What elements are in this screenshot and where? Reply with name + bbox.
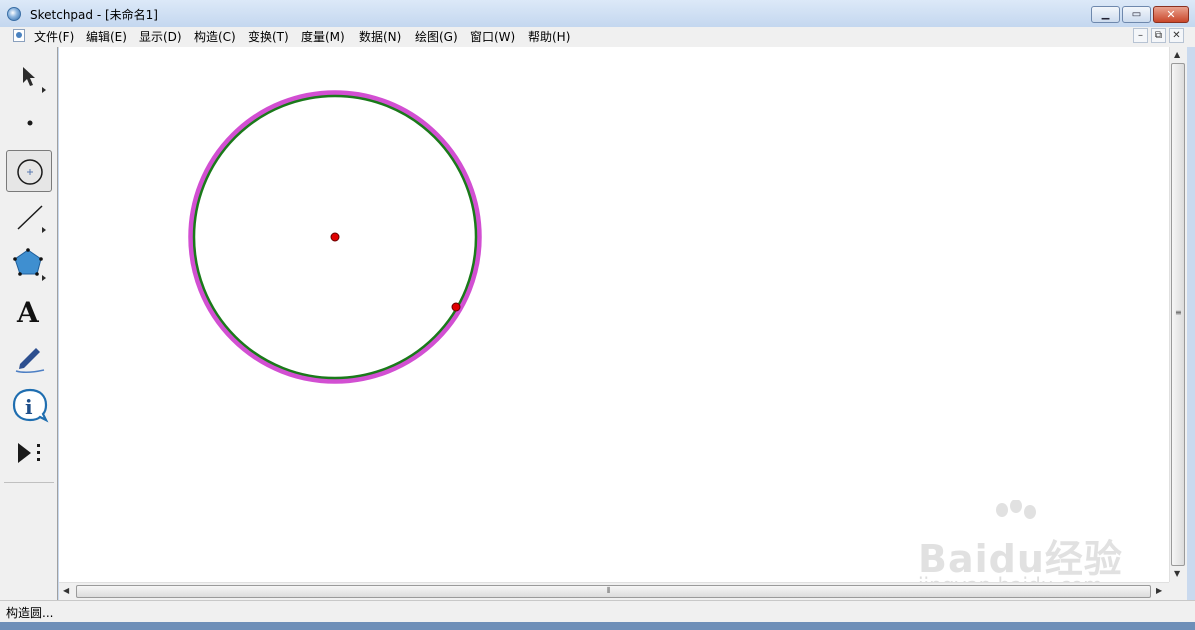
scroll-left-arrow-icon[interactable]: ◀: [63, 586, 69, 595]
mdi-close-button[interactable]: ✕: [1169, 28, 1184, 43]
scroll-right-arrow-icon[interactable]: ▶: [1156, 586, 1162, 595]
custom-tool[interactable]: [6, 432, 52, 474]
sketchpad-app-icon[interactable]: [7, 7, 21, 21]
compass-tool[interactable]: [6, 150, 52, 192]
window-title: Sketchpad - [未命名1]: [30, 8, 158, 22]
toolbox-divider: [4, 482, 54, 483]
vertical-scroll-thumb[interactable]: ≡: [1171, 63, 1185, 566]
minimize-icon: –: [1138, 30, 1143, 41]
circle-radius-point[interactable]: [451, 302, 461, 312]
menu-transform[interactable]: 变换(T): [246, 28, 291, 45]
document-icon[interactable]: [13, 29, 25, 42]
toolbox: A i: [0, 47, 58, 601]
maximize-button[interactable]: ▭: [1122, 6, 1151, 23]
marker-tool[interactable]: [6, 338, 52, 380]
menu-number[interactable]: 数据(N): [357, 28, 403, 45]
restore-icon: ⧉: [1154, 30, 1163, 41]
menu-graph[interactable]: 绘图(G): [413, 28, 460, 45]
restore-icon: ▭: [1131, 9, 1142, 20]
close-icon: ✕: [1172, 30, 1181, 41]
status-text: 构造圆...: [6, 606, 54, 620]
circle-compass-icon: [17, 159, 43, 185]
minimize-icon: ▁: [1101, 9, 1110, 20]
status-bar: 构造圆...: [0, 600, 1195, 622]
window-border: [1187, 47, 1195, 600]
taskbar-strip: [0, 622, 1195, 630]
scroll-up-arrow-icon[interactable]: ▲: [1174, 50, 1180, 59]
grip-icon: ⦀: [607, 586, 611, 595]
pen-marker-icon: [15, 348, 45, 374]
point-icon: [27, 120, 33, 126]
menu-construct[interactable]: 构造(C): [192, 28, 238, 45]
mdi-restore-button[interactable]: ⧉: [1151, 28, 1166, 43]
info-icon: i: [12, 388, 49, 423]
menu-file[interactable]: 文件(F): [32, 28, 76, 45]
arrow-select-tool[interactable]: [6, 57, 52, 99]
text-A-icon: A: [16, 296, 40, 329]
text-tool[interactable]: A: [6, 291, 52, 333]
vertical-scrollbar[interactable]: ▲ ≡ ▼: [1169, 47, 1187, 582]
minimize-button[interactable]: ▁: [1091, 6, 1120, 23]
sketch-canvas[interactable]: Baidu经验 jingyan.baidu.com: [59, 47, 1169, 597]
title-bar: Sketchpad - [未命名1] ▁ ▭ ✕: [0, 0, 1195, 27]
close-icon: ✕: [1166, 8, 1176, 21]
grip-icon: ≡: [1175, 308, 1182, 317]
scrollbar-corner: [1169, 582, 1187, 600]
menu-help[interactable]: 帮助(H): [526, 28, 572, 45]
line-segment-icon: [17, 205, 46, 233]
polygon-tool[interactable]: [6, 244, 52, 286]
mdi-minimize-button[interactable]: –: [1133, 28, 1148, 43]
straightedge-tool[interactable]: [6, 197, 52, 239]
circle-center-point[interactable]: [330, 232, 340, 242]
menu-display[interactable]: 显示(D): [137, 28, 184, 45]
svg-text:A: A: [16, 296, 40, 329]
close-button[interactable]: ✕: [1153, 6, 1189, 23]
svg-text:i: i: [25, 395, 33, 419]
point-tool[interactable]: [6, 102, 52, 144]
scroll-down-arrow-icon[interactable]: ▼: [1174, 569, 1180, 578]
horizontal-scrollbar[interactable]: ◀ ⦀ ▶: [59, 582, 1169, 600]
play-more-icon: [18, 443, 40, 463]
menu-window[interactable]: 窗口(W): [468, 28, 517, 45]
menu-measure[interactable]: 度量(M): [299, 28, 347, 45]
information-tool[interactable]: i: [6, 385, 52, 427]
horizontal-scroll-thumb[interactable]: ⦀: [76, 585, 1151, 598]
menu-bar: 文件(F) 编辑(E) 显示(D) 构造(C) 变换(T) 度量(M) 数据(N…: [0, 27, 1195, 48]
pointer-arrow-icon: [23, 67, 46, 93]
menu-edit[interactable]: 编辑(E): [84, 28, 129, 45]
pentagon-icon: [13, 248, 46, 281]
